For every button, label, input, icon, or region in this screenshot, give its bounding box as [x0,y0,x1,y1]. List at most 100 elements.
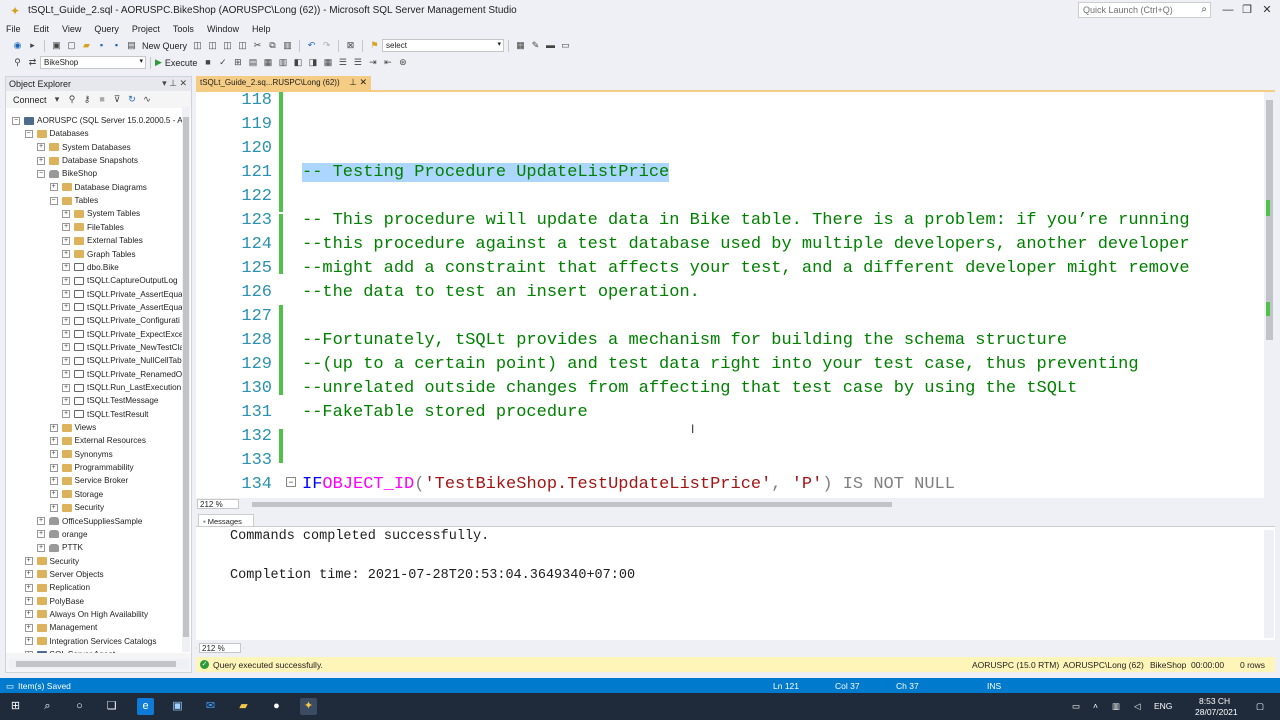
code-line[interactable]: -- Testing Procedure UpdateListPrice [302,161,670,185]
expand-icon[interactable]: + [49,490,58,499]
start-icon[interactable]: ⊞ [7,698,24,715]
tree-node[interactable]: + tSQLt.Private_AssertEqua [62,301,183,314]
pin-icon[interactable]: ⊥ [169,78,179,88]
code-line[interactable]: IFOBJECT_ID('TestBikeShop.TestUpdateList… [302,473,955,497]
tree-node[interactable]: + Service Broker [49,474,128,487]
execute-button[interactable]: Execute [165,58,198,68]
filter-icon[interactable]: ⊽ [112,94,123,105]
notifications-icon[interactable]: ▢ [1256,701,1264,712]
tab-messages[interactable]: ▪ Messages [198,514,254,526]
code-line[interactable]: --this procedure against a test database… [302,233,1190,257]
database-combo[interactable]: BikeShop ▾ [40,56,146,69]
search-icon[interactable]: ⌕ [39,698,56,715]
new-project-icon[interactable]: ▣ [51,40,62,51]
messages-vscrollbar[interactable] [1264,530,1274,638]
expand-icon[interactable]: + [62,383,70,392]
cut-icon[interactable]: ✂ [252,40,263,51]
collapse-icon[interactable]: − [24,129,33,138]
results-text-icon[interactable]: ▤ [247,57,258,68]
collapse-icon[interactable]: − [37,169,45,178]
db-query3-icon[interactable]: ◫ [222,40,233,51]
close-tab-icon[interactable]: ✕ [359,77,367,87]
tree-node[interactable]: + System Databases [37,141,131,154]
tree-node[interactable]: + External Resources [49,434,146,447]
editor-zoom-combo[interactable]: 212 % [197,499,239,509]
code-line[interactable]: -- This procedure will update data in Bi… [302,209,1190,233]
tree-node[interactable]: + OfficeSuppliesSample [37,515,142,528]
menu-project[interactable]: Project [132,24,160,34]
expand-icon[interactable]: + [62,276,70,285]
expand-icon[interactable]: + [62,290,70,299]
tree-node[interactable]: + orange [37,528,88,541]
expand-icon[interactable]: + [62,330,70,339]
tree-node[interactable]: − AORUSPC (SQL Server 15.0.2000.5 - A [12,114,183,127]
expand-icon[interactable]: + [49,476,58,485]
tray-icon[interactable]: ▭ [1072,701,1080,712]
save-all-icon[interactable]: ▪ [111,40,122,51]
tree-node[interactable]: + System Tables [62,207,140,220]
plan-icon[interactable]: ⊞ [232,57,243,68]
change-connection-icon[interactable]: ⇄ [27,57,38,68]
quick-launch-input[interactable]: Quick Launch (Ctrl+Q) ⌕ [1078,2,1211,18]
code-line[interactable]: --might add a constraint that affects yo… [302,257,1190,281]
stop-icon[interactable]: ■ [202,57,213,68]
forward-icon[interactable]: ▸ [27,40,38,51]
expand-icon[interactable]: + [62,316,70,325]
disconnect-icon[interactable]: ⚷ [82,94,93,105]
object-explorer-vscroll-thumb[interactable] [183,117,189,637]
menu-tools[interactable]: Tools [173,24,194,34]
copy-icon[interactable]: ⧉ [267,40,278,51]
tree-node[interactable]: + tSQLt.Private_NewTestCla [62,341,184,354]
tree-node[interactable]: + Security [24,555,79,568]
expand-icon[interactable]: + [24,583,33,592]
tray-time[interactable]: 8:53 CH [1199,696,1230,706]
ssms-taskbar-icon[interactable]: ✦ [300,698,317,715]
github-icon[interactable]: ● [268,698,285,715]
save-icon[interactable]: ▪ [96,40,107,51]
editor-hscroll-thumb[interactable] [252,502,892,507]
expand-icon[interactable]: + [62,250,70,258]
file-explorer-icon[interactable]: ▰ [235,698,252,715]
expand-icon[interactable]: + [24,597,33,606]
db-query2-icon[interactable]: ◫ [207,40,218,51]
tree-node[interactable]: + Graph Tables [62,248,136,261]
tree-node[interactable]: + Integration Services Catalogs [24,635,156,648]
results-grid-icon[interactable]: ▦ [262,57,273,68]
connect-icon[interactable]: ⚲ [12,57,23,68]
expand-icon[interactable]: + [62,356,70,365]
tree-node[interactable]: + dbo.Bike [62,261,119,274]
properties-icon[interactable]: ▦ [515,40,526,51]
menu-file[interactable]: File [6,24,21,34]
tree-node[interactable]: + Database Snapshots [37,154,138,167]
menu-edit[interactable]: Edit [34,24,50,34]
collapse-icon[interactable]: − [12,116,20,125]
close-button[interactable]: ✕ [1257,2,1277,18]
expand-icon[interactable]: + [37,530,45,539]
include-stats-icon[interactable]: ▦ [322,57,333,68]
expand-icon[interactable]: + [49,463,58,472]
expand-icon[interactable]: + [62,370,70,379]
tree-node[interactable]: + tSQLt.Private_NullCellTab [62,354,182,367]
chevron-down-icon[interactable]: ▾ [52,94,63,105]
code-line[interactable]: --FakeTable stored procedure [302,401,588,425]
expand-icon[interactable]: + [24,623,33,632]
tab-sql-editor[interactable]: tSQLt_Guide_2.sq...RUSPC\Long (62)) ⊥ ✕ [196,76,371,90]
parse-icon[interactable]: ✓ [217,57,228,68]
query-options-icon[interactable]: ◨ [307,57,318,68]
menu-window[interactable]: Window [207,24,239,34]
network-icon[interactable]: ▥ [1112,701,1120,712]
sql-code-editor[interactable]: 118 119 120 121 122 123 124 125 126 127 128 129 130 1… [196,92,1264,498]
tree-node[interactable]: + PolyBase [24,595,84,608]
undo-icon[interactable]: ↶ [306,40,317,51]
tree-node[interactable]: + Replication [24,581,90,594]
chevron-up-icon[interactable]: ˄ [1093,701,1098,711]
new-query-icon[interactable]: ▤ [126,40,137,51]
task-view-icon[interactable]: ❏ [103,698,120,715]
expand-icon[interactable]: + [49,503,58,512]
tree-node[interactable]: + tSQLt.Run_LastExecution [62,381,181,394]
tree-node[interactable]: + tSQLt.Private_Configurati [62,314,180,327]
tree-node[interactable]: + SQL Server Agent [24,648,115,653]
redo-icon[interactable]: ↷ [321,40,332,51]
new-query-button[interactable]: New Query [142,41,187,51]
expand-icon[interactable]: + [62,410,70,419]
